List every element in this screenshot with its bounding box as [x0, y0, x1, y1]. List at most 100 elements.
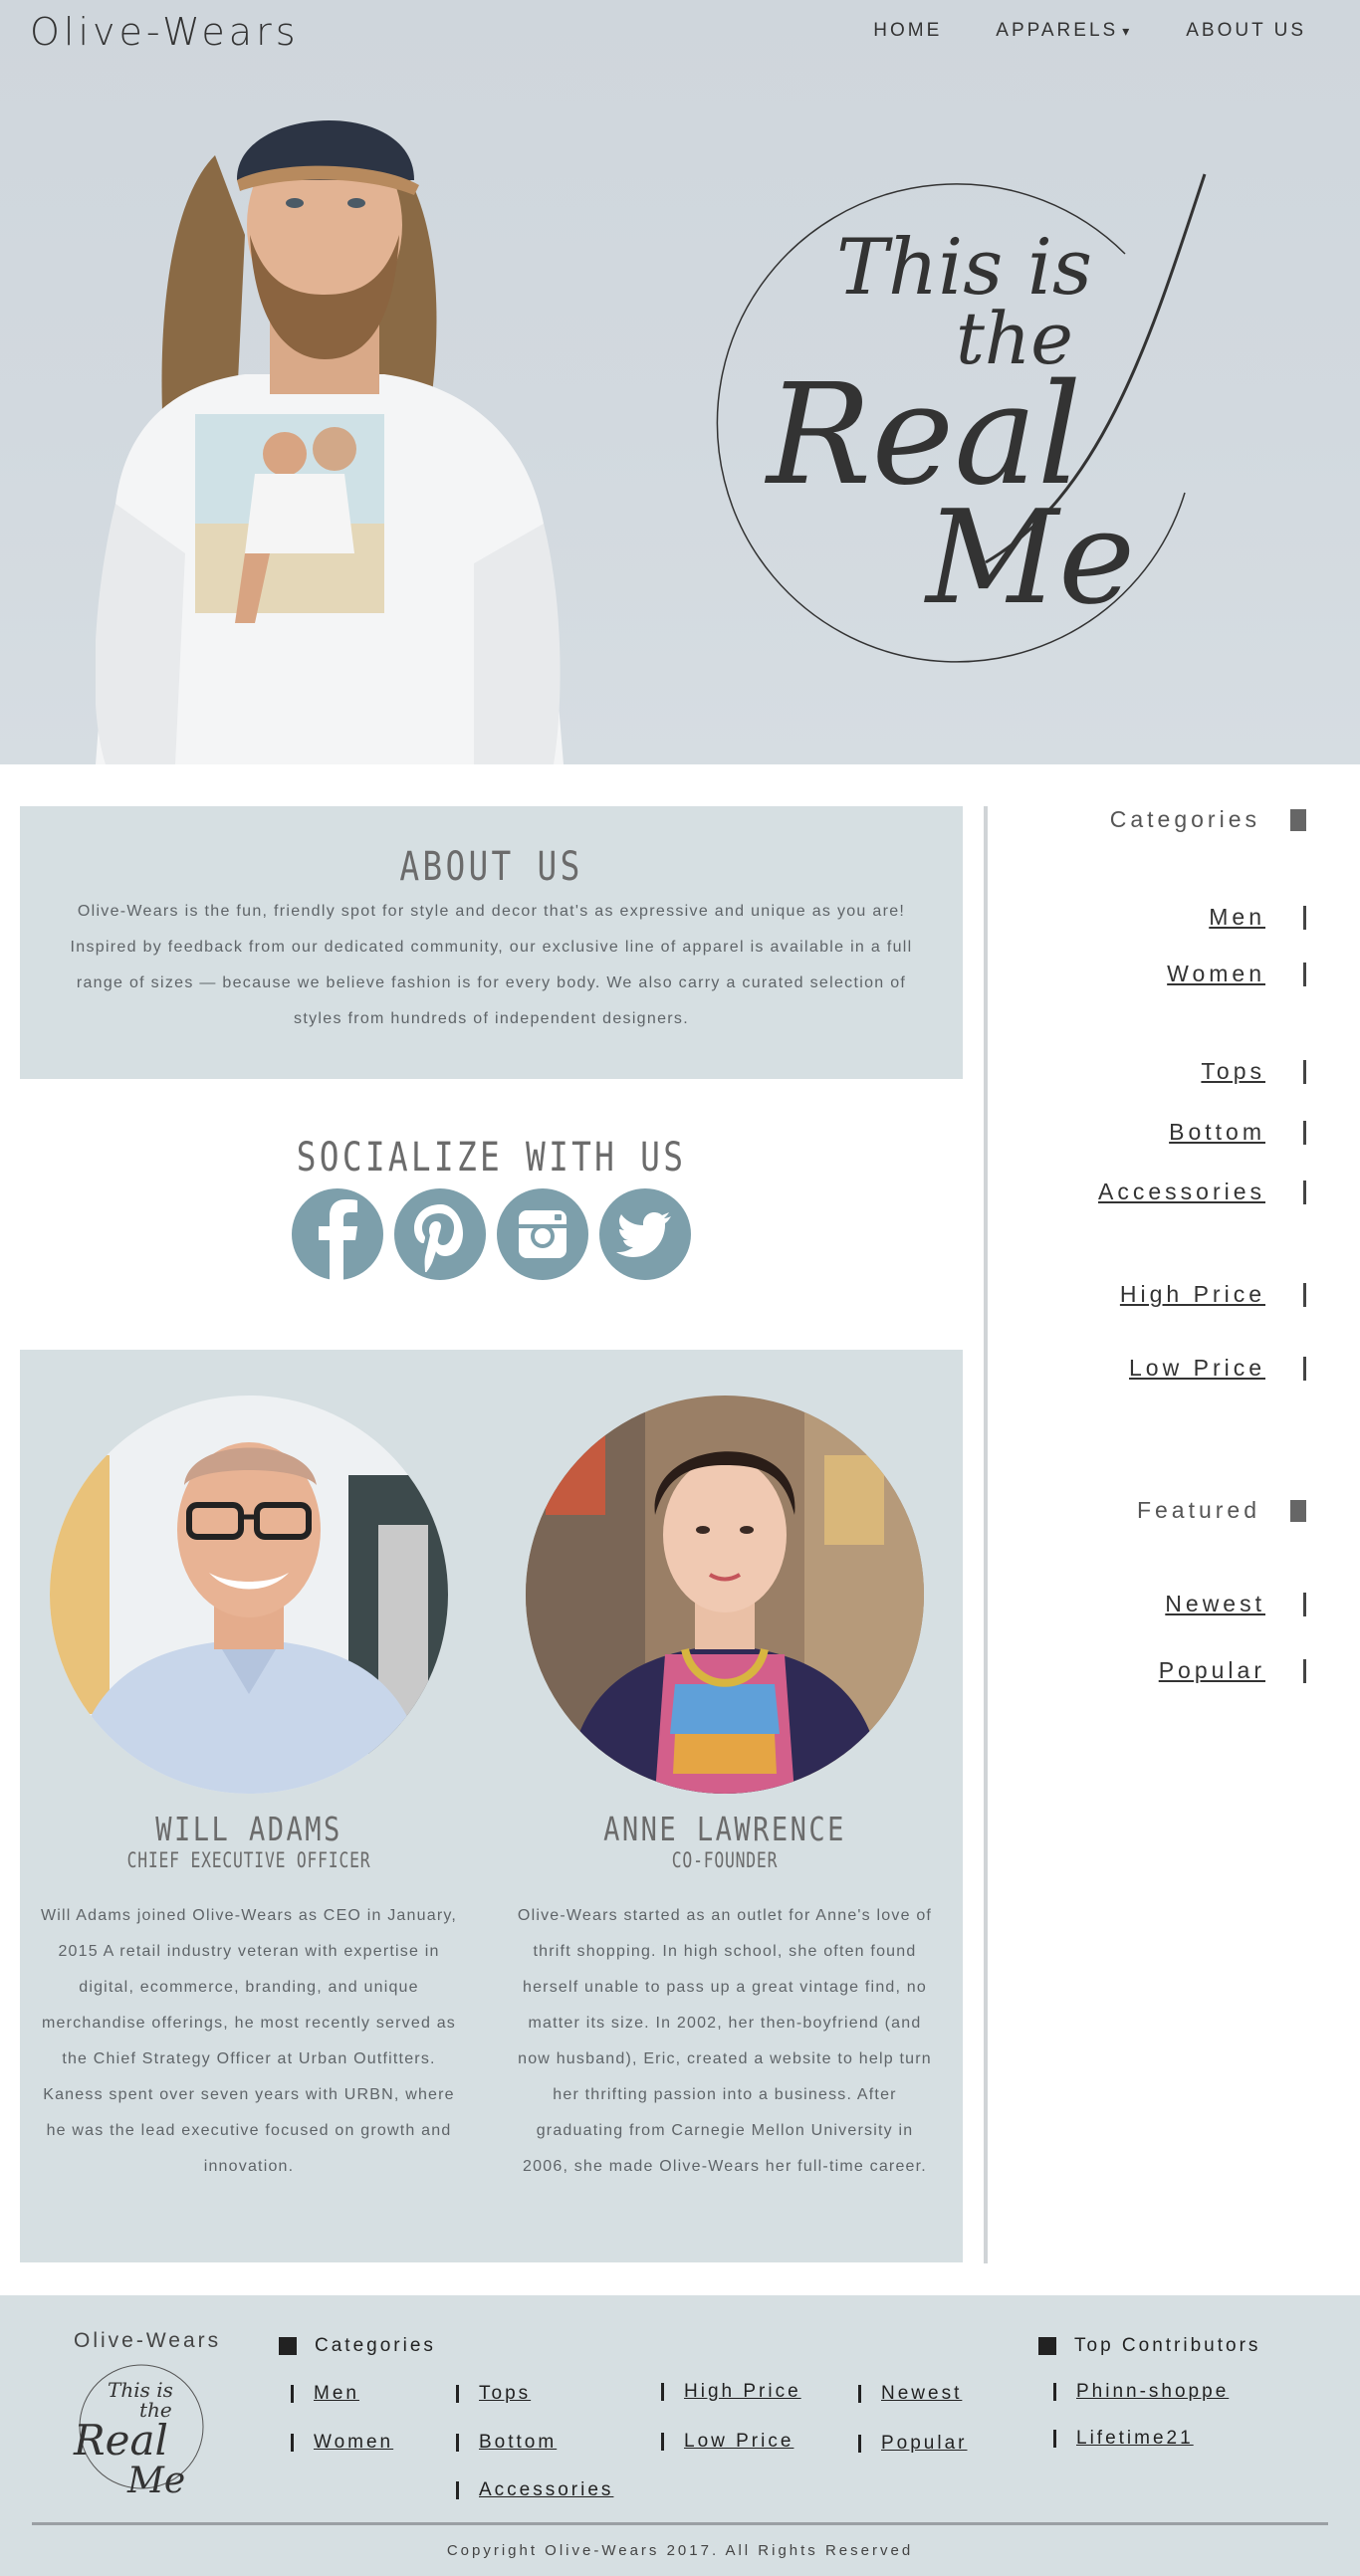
bar-icon [456, 2434, 459, 2452]
about-us-section: ABOUT US Olive-Wears is the fun, friendl… [20, 806, 963, 1079]
footer-link-popular[interactable]: Popular [858, 2433, 968, 2455]
team-member-will-adams: WILL ADAMS CHIEF EXECUTIVE OFFICER Will … [30, 1395, 468, 2185]
bar-icon [661, 2433, 664, 2451]
footer-link-low-price[interactable]: Low Price [661, 2431, 793, 2453]
sidebar-item-men[interactable]: Men [1209, 904, 1306, 931]
bar-icon [661, 2383, 664, 2401]
footer-divider [32, 2522, 1328, 2525]
hero-banner: Olive-Wears HOME APPARELS ▾ ABOUT US Thi… [0, 0, 1360, 764]
bar-icon [291, 2385, 294, 2403]
hero-tagline-logo: This is the Real Me [716, 173, 1207, 663]
site-logo[interactable]: Olive-Wears [30, 10, 300, 54]
facebook-glyph [319, 1199, 357, 1280]
square-icon [1290, 808, 1306, 831]
sidebar-item-label: Accessories [1098, 1179, 1265, 1204]
footer-link-women[interactable]: Women [291, 2432, 393, 2454]
sidebar-item-women[interactable]: Women [1167, 961, 1306, 987]
bar-icon [1303, 1658, 1306, 1683]
footer-link-label: Bottom [479, 2432, 558, 2453]
member-role: CO-FOUNDER [671, 1848, 779, 1872]
pinterest-icon[interactable] [394, 1188, 486, 1280]
footer-link-lifetime21[interactable]: Lifetime21 [1053, 2428, 1194, 2450]
sidebar-item-label: Bottom [1169, 1119, 1265, 1145]
footer-link-label: Newest [881, 2383, 963, 2404]
footer-link-accessories[interactable]: Accessories [456, 2479, 613, 2501]
pinterest-glyph [414, 1204, 463, 1272]
footer: Olive-Wears This is the Real Me Categori… [0, 2295, 1360, 2576]
footer-link-high-price[interactable]: High Price [661, 2381, 801, 2403]
footer-categories-heading: Categories [279, 2335, 436, 2357]
footer-link-bottom[interactable]: Bottom [456, 2432, 557, 2454]
footer-contributors-title: Top Contributors [1074, 2335, 1261, 2356]
footer-link-label: High Price [684, 2381, 801, 2402]
footer-link-label: Tops [479, 2383, 532, 2404]
footer-link-label: Phinn-shoppe [1076, 2381, 1230, 2402]
facebook-icon[interactable] [292, 1188, 383, 1280]
chevron-down-icon: ▾ [1122, 22, 1133, 39]
footer-tagline-line3: Real [73, 2416, 168, 2465]
sidebar-item-bottom[interactable]: Bottom [1169, 1119, 1306, 1146]
footer-link-label: Women [314, 2432, 394, 2453]
sidebar-item-label: Newest [1165, 1591, 1265, 1616]
sidebar-item-label: Women [1167, 961, 1265, 986]
about-us-title: ABOUT US [399, 844, 583, 890]
bar-icon [1303, 1356, 1306, 1381]
sidebar-featured-heading: Featured [1137, 1497, 1306, 1524]
bar-icon [456, 2385, 459, 2403]
square-icon [279, 2337, 297, 2355]
bar-icon [1303, 1282, 1306, 1307]
sidebar-item-popular[interactable]: Popular [1159, 1657, 1306, 1684]
nav-home[interactable]: HOME [873, 20, 942, 42]
member-bio: Olive-Wears started as an outlet for Ann… [517, 1907, 933, 2175]
sidebar-item-high-price[interactable]: High Price [1120, 1281, 1306, 1308]
footer-categories-title: Categories [315, 2335, 436, 2356]
footer-contributors-heading: Top Contributors [1038, 2335, 1260, 2357]
social-icons [20, 1188, 963, 1280]
bar-icon [1303, 1120, 1306, 1145]
member-bio: Will Adams joined Olive-Wears as CEO in … [40, 1907, 458, 2175]
bar-icon [858, 2385, 861, 2403]
square-icon [1038, 2337, 1056, 2355]
sidebar-item-label: Popular [1158, 1657, 1265, 1683]
member-role: CHIEF EXECUTIVE OFFICER [126, 1848, 371, 1872]
sidebar-item-newest[interactable]: Newest [1165, 1591, 1306, 1617]
sidebar-divider [984, 806, 988, 2263]
footer-link-label: Low Price [684, 2431, 794, 2452]
nav-about-label: ABOUT US [1186, 20, 1306, 41]
footer-link-phinn-shoppe[interactable]: Phinn-shoppe [1053, 2381, 1229, 2403]
twitter-icon[interactable] [599, 1188, 691, 1280]
main-nav: HOME APPARELS ▾ ABOUT US [873, 20, 1306, 42]
hero-model-photo [96, 119, 564, 764]
footer-link-label: Men [314, 2383, 359, 2404]
footer-tagline-logo: This is the Real Me [73, 2364, 204, 2501]
sidebar-categories-heading: Categories [1110, 806, 1306, 833]
sidebar-item-accessories[interactable]: Accessories [1098, 1179, 1306, 1205]
social-section: SOCIALIZE WITH US [20, 1135, 963, 1280]
footer-brand[interactable]: Olive-Wears [74, 2329, 221, 2353]
member-name: ANNE LAWRENCE [603, 1810, 846, 1848]
instagram-icon[interactable] [497, 1188, 588, 1280]
nav-about-us[interactable]: ABOUT US [1186, 20, 1306, 42]
sidebar-item-tops[interactable]: Tops [1201, 1058, 1306, 1085]
footer-link-tops[interactable]: Tops [456, 2383, 531, 2405]
footer-link-men[interactable]: Men [291, 2383, 359, 2405]
footer-link-newest[interactable]: Newest [858, 2383, 962, 2405]
nav-apparels[interactable]: APPARELS ▾ [996, 20, 1132, 42]
bar-icon [1303, 962, 1306, 986]
sidebar-item-label: Low Price [1129, 1355, 1265, 1381]
footer-tagline-line4: Me [126, 2461, 185, 2501]
footer-link-label: Lifetime21 [1076, 2428, 1194, 2449]
tagline-line4: Me [924, 482, 1135, 633]
bar-icon [291, 2434, 294, 2452]
bar-icon [456, 2481, 459, 2499]
sidebar-item-low-price[interactable]: Low Price [1129, 1355, 1306, 1382]
bar-icon [1303, 1059, 1306, 1084]
team-section: WILL ADAMS CHIEF EXECUTIVE OFFICER Will … [20, 1350, 963, 2262]
anne-lawrence-photo [526, 1395, 924, 1794]
bar-icon [1303, 1180, 1306, 1204]
bar-icon [1053, 2383, 1056, 2401]
sidebar-categories-title: Categories [1109, 806, 1260, 832]
member-name: WILL ADAMS [155, 1810, 342, 1848]
bar-icon [1303, 905, 1306, 930]
copyright-text: Copyright Olive-Wears 2017. All Rights R… [446, 2542, 914, 2559]
